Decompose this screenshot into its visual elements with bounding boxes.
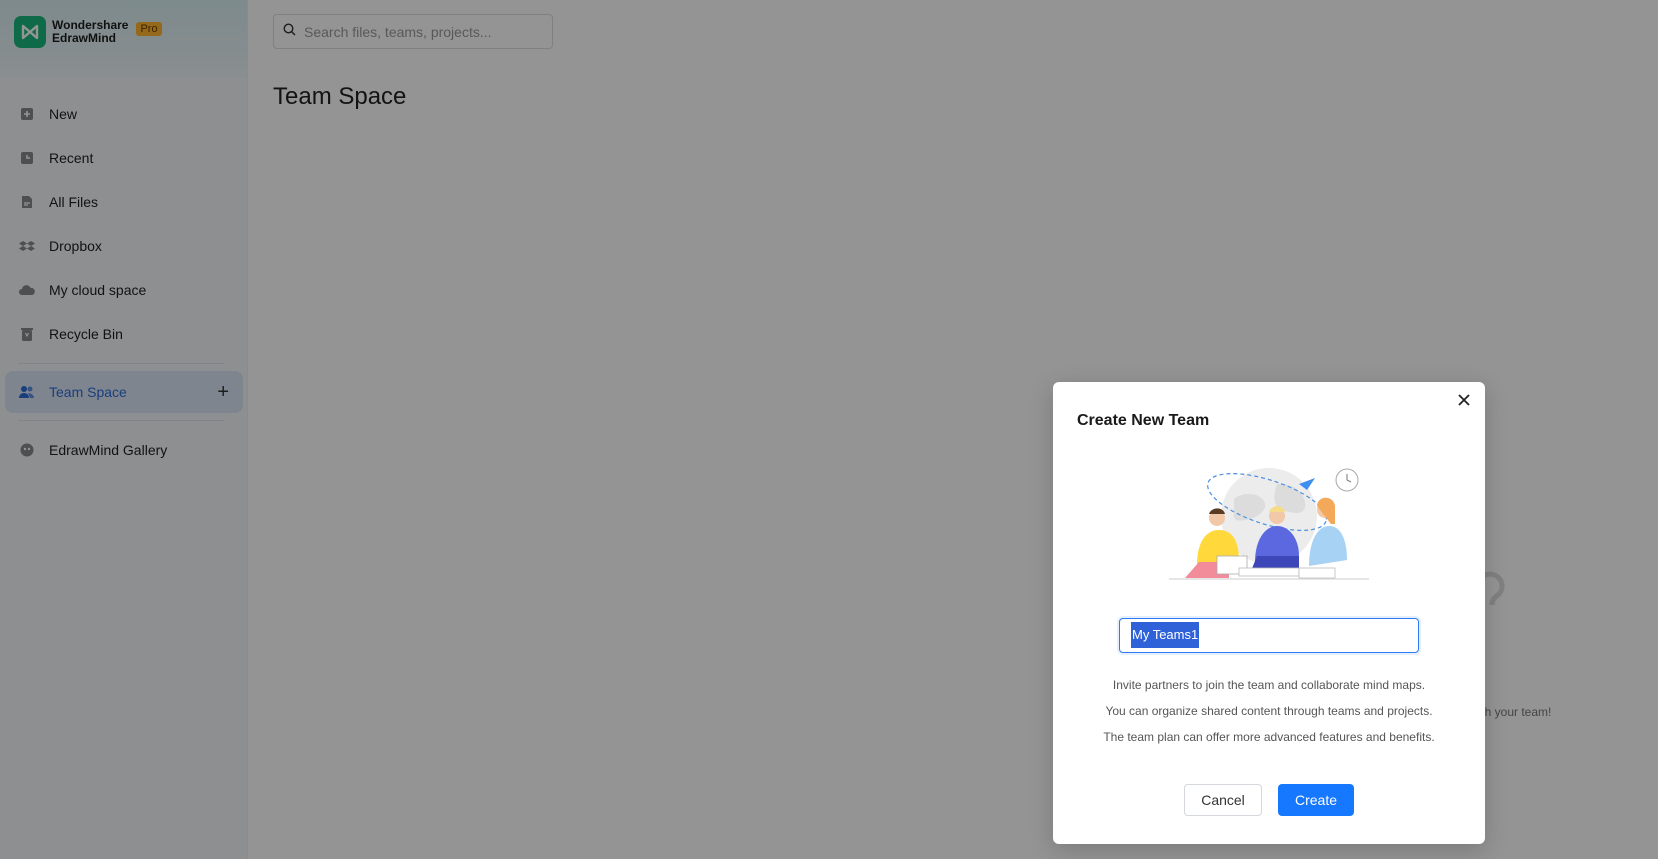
close-button[interactable]: [1453, 391, 1475, 413]
dialog-description-line: You can organize shared content through …: [1105, 704, 1433, 718]
close-icon: [1458, 393, 1470, 411]
dialog-title: Create New Team: [1077, 412, 1210, 429]
dialog-description-line: The team plan can offer more advanced fe…: [1103, 730, 1435, 744]
team-name-selection: My Teams1: [1131, 622, 1200, 648]
create-team-dialog: Create New Team My Teams1 My Teams1 Invi…: [1053, 382, 1485, 844]
team-illustration: [1159, 454, 1379, 586]
cancel-button[interactable]: Cancel: [1184, 784, 1262, 816]
create-button[interactable]: Create: [1278, 784, 1354, 816]
dialog-description-line: Invite partners to join the team and col…: [1112, 678, 1426, 692]
